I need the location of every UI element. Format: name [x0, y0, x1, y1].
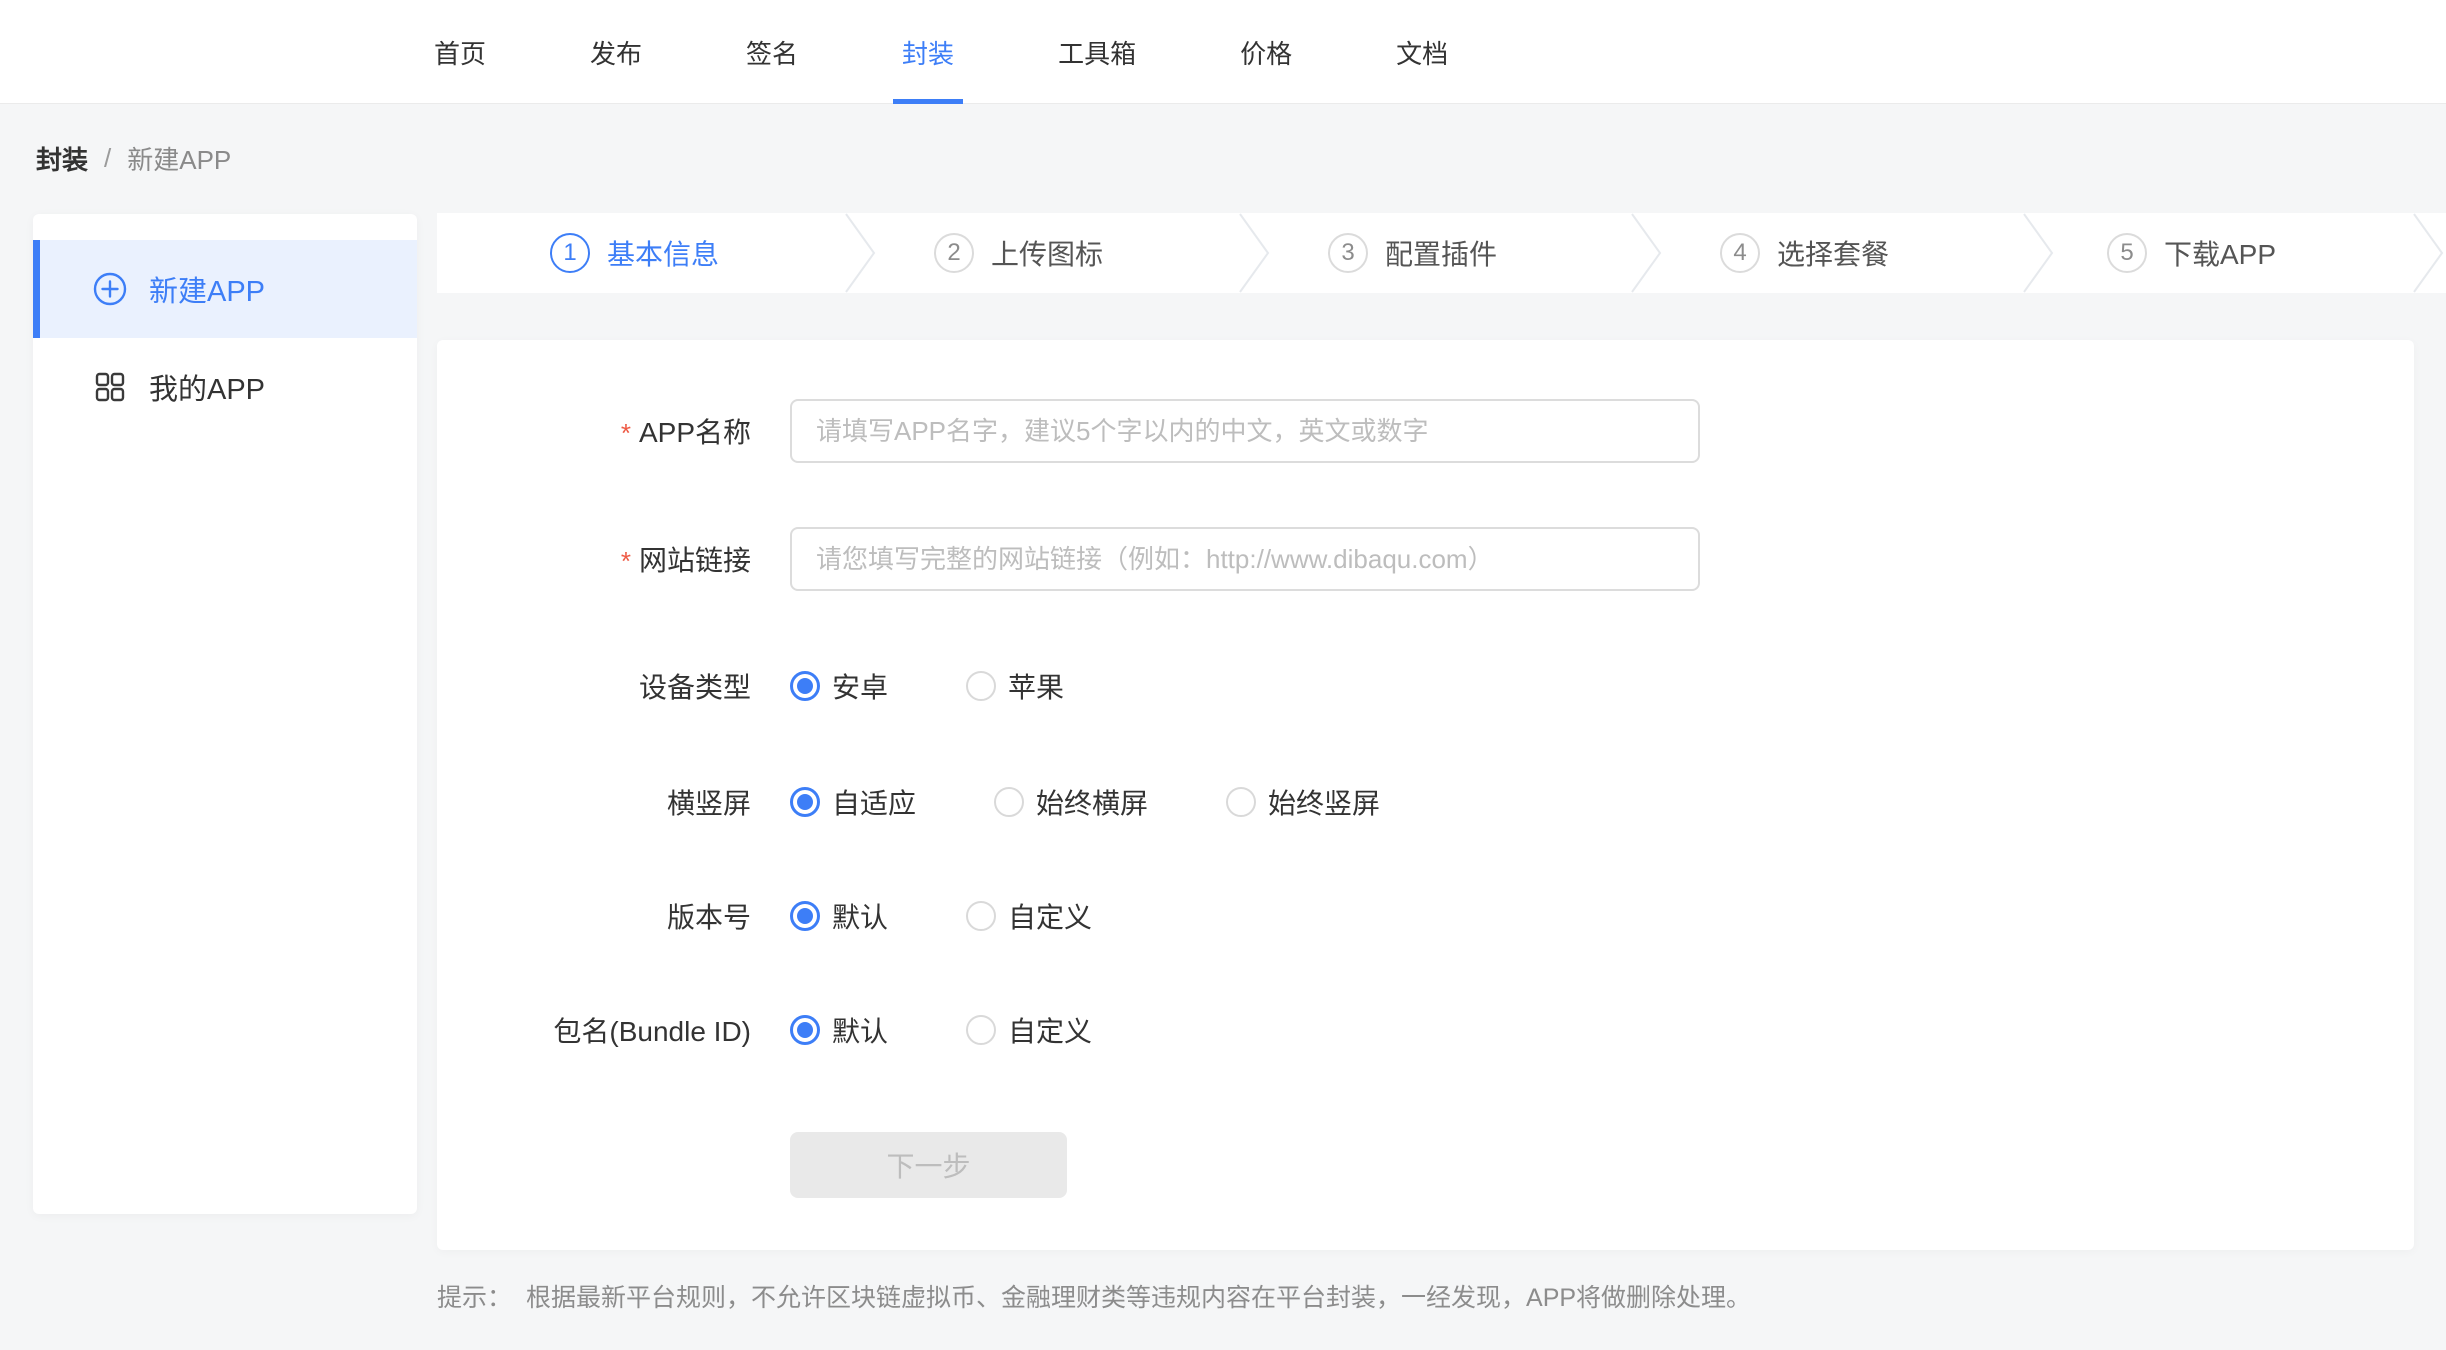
- step-number: 2: [934, 233, 974, 273]
- form-row-site-url: *网站链接: [437, 527, 1700, 591]
- sidebar-item-new-app[interactable]: 新建APP: [33, 240, 417, 338]
- radio-version-default[interactable]: 默认: [790, 896, 888, 936]
- sidebar: 新建APP 我的APP: [33, 214, 417, 1214]
- nav-item-price[interactable]: 价格: [1240, 0, 1292, 104]
- step-label: 选择套餐: [1777, 233, 1889, 273]
- radio-icon: [966, 671, 996, 701]
- site-url-label: *网站链接: [437, 539, 751, 579]
- radio-android[interactable]: 安卓: [790, 666, 888, 706]
- top-header: 首页 发布 签名 封装 工具箱 价格 文档: [0, 0, 2446, 104]
- radio-adaptive[interactable]: 自适应: [790, 782, 916, 822]
- bundle-id-radio-group: 默认 自定义: [790, 1010, 1170, 1050]
- app-name-input[interactable]: [790, 399, 1700, 463]
- form-row-version: 版本号 默认 自定义: [437, 896, 1170, 936]
- sidebar-item-label: 我的APP: [149, 366, 265, 408]
- breadcrumb-current: 新建APP: [127, 140, 231, 177]
- radio-always-portrait[interactable]: 始终竖屏: [1226, 782, 1380, 822]
- nav-item-package[interactable]: 封装: [902, 0, 954, 104]
- active-indicator-bar: [33, 240, 40, 338]
- basic-info-form: *APP名称 *网站链接 设备类型 安卓: [437, 340, 2414, 1250]
- orientation-radio-group: 自适应 始终横屏 始终竖屏: [790, 782, 1458, 822]
- radio-bundle-custom[interactable]: 自定义: [966, 1010, 1092, 1050]
- device-type-radio-group: 安卓 苹果: [790, 666, 1142, 706]
- form-row-device-type: 设备类型 安卓 苹果: [437, 666, 1142, 706]
- radio-icon: [1226, 787, 1256, 817]
- step-label: 基本信息: [607, 233, 719, 273]
- version-radio-group: 默认 自定义: [790, 896, 1170, 936]
- nav-item-toolbox[interactable]: 工具箱: [1058, 0, 1136, 104]
- step-configure-plugins: 3 配置插件: [1328, 213, 1497, 293]
- radio-icon: [966, 1015, 996, 1045]
- nav-item-publish[interactable]: 发布: [590, 0, 642, 104]
- step-select-plan: 4 选择套餐: [1720, 213, 1889, 293]
- radio-icon: [790, 901, 820, 931]
- breadcrumb-section[interactable]: 封装: [36, 140, 88, 177]
- tip-text: 根据最新平台规则，不允许区块链虚拟币、金融理财类等违规内容在平台封装，一经发现，…: [526, 1278, 1751, 1314]
- step-label: 上传图标: [991, 233, 1103, 273]
- required-asterisk: *: [621, 546, 631, 576]
- step-number: 1: [550, 233, 590, 273]
- tip-label: 提示：: [437, 1278, 512, 1314]
- radio-version-custom[interactable]: 自定义: [966, 896, 1092, 936]
- app-packaging-page: 首页 发布 签名 封装 工具箱 价格 文档 封装 / 新建APP 新建APP: [0, 0, 2446, 1350]
- form-row-bundle-id: 包名(Bundle ID) 默认 自定义: [437, 1010, 1170, 1050]
- radio-icon: [994, 787, 1024, 817]
- step-label: 配置插件: [1385, 233, 1497, 273]
- step-number: 4: [1720, 233, 1760, 273]
- version-label: 版本号: [437, 896, 751, 936]
- step-upload-icon: 2 上传图标: [934, 213, 1103, 293]
- breadcrumb-separator: /: [104, 143, 111, 174]
- step-number: 3: [1328, 233, 1368, 273]
- step-label: 下载APP: [2164, 233, 2276, 273]
- nav-item-docs[interactable]: 文档: [1396, 0, 1448, 104]
- breadcrumb: 封装 / 新建APP: [36, 140, 231, 177]
- required-asterisk: *: [621, 418, 631, 448]
- platform-rule-tip: 提示： 根据最新平台规则，不允许区块链虚拟币、金融理财类等违规内容在平台封装，一…: [437, 1278, 1751, 1314]
- nav-item-signature[interactable]: 签名: [746, 0, 798, 104]
- bundle-id-label: 包名(Bundle ID): [437, 1010, 751, 1050]
- plus-circle-icon: [93, 272, 127, 306]
- next-step-button[interactable]: 下一步: [790, 1132, 1067, 1198]
- grid-icon: [93, 370, 127, 404]
- sidebar-item-label: 新建APP: [149, 268, 265, 310]
- site-url-input[interactable]: [790, 527, 1700, 591]
- form-row-app-name: *APP名称: [437, 399, 1700, 463]
- device-type-label: 设备类型: [437, 666, 751, 706]
- wizard-stepper: 1 基本信息 2 上传图标 3 配置插件 4 选择套餐 5 下载APP: [437, 213, 2446, 293]
- radio-always-landscape[interactable]: 始终横屏: [994, 782, 1148, 822]
- step-download-app: 5 下载APP: [2107, 213, 2276, 293]
- nav-item-home[interactable]: 首页: [434, 0, 486, 104]
- step-number: 5: [2107, 233, 2147, 273]
- main-nav: 首页 发布 签名 封装 工具箱 价格 文档: [434, 0, 1448, 104]
- radio-icon: [790, 671, 820, 701]
- sidebar-item-my-apps[interactable]: 我的APP: [33, 338, 417, 436]
- step-basic-info: 1 基本信息: [550, 213, 719, 293]
- radio-bundle-default[interactable]: 默认: [790, 1010, 888, 1050]
- form-row-orientation: 横竖屏 自适应 始终横屏 始终竖屏: [437, 782, 1458, 822]
- radio-icon: [790, 1015, 820, 1045]
- radio-icon: [966, 901, 996, 931]
- app-name-label: *APP名称: [437, 411, 751, 451]
- radio-ios[interactable]: 苹果: [966, 666, 1064, 706]
- orientation-label: 横竖屏: [437, 782, 751, 822]
- radio-icon: [790, 787, 820, 817]
